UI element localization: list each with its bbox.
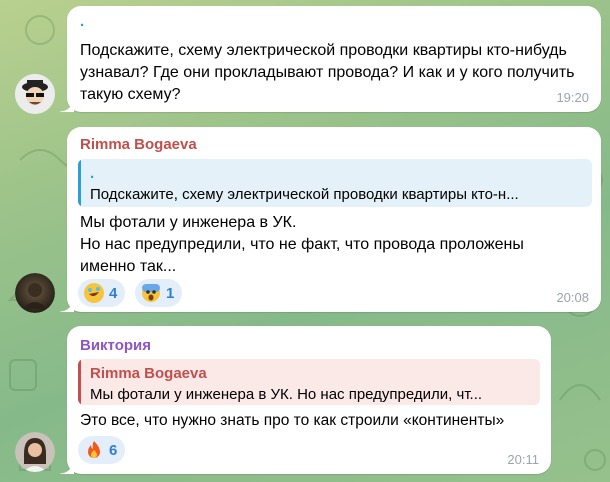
message-bubble-2[interactable]: Rimma Bogaeva . Подскажите, схему электр… xyxy=(60,127,601,312)
avatar-dark-photo[interactable] xyxy=(15,273,55,313)
message-time: 20:11 xyxy=(507,452,539,467)
message-sender[interactable]: Rimma Bogaeva xyxy=(80,136,197,153)
reply-bar xyxy=(78,159,81,207)
message-text-line-2: Но нас предупредили, что не факт, что пр… xyxy=(80,236,524,253)
rofl-emoji-icon xyxy=(84,283,104,303)
message-text-line-3: именно так... xyxy=(80,258,177,275)
message-sender[interactable]: . xyxy=(80,13,84,30)
reply-text: Подскажите, схему электрической проводки… xyxy=(90,186,519,203)
message-text: Это все, что нужно знать про то как стро… xyxy=(80,412,505,429)
screaming-face-emoji-icon xyxy=(141,283,161,303)
reply-bar xyxy=(78,359,81,405)
reaction-rofl[interactable]: 4 xyxy=(78,279,126,307)
reaction-fire[interactable]: 6 xyxy=(78,436,126,464)
reply-author: Rimma Bogaeva xyxy=(90,365,207,382)
reply-quote[interactable]: . Подскажите, схему электрической провод… xyxy=(78,159,592,207)
message-bubble-3[interactable]: Виктория Rimma Bogaeva Мы фотали у инжен… xyxy=(60,326,551,474)
message-text: Подскажите, схему электрической проводки… xyxy=(80,42,575,103)
fire-emoji-icon xyxy=(84,440,104,460)
message-time: 20:08 xyxy=(556,290,589,305)
message-text-line-1: Мы фотали у инженера в УК. xyxy=(80,214,297,231)
reaction-count: 1 xyxy=(166,284,175,302)
reply-text: Мы фотали у инженера в УК. Но нас предуп… xyxy=(90,386,483,403)
message-sender[interactable]: Виктория xyxy=(80,337,151,354)
reaction-count: 4 xyxy=(109,284,118,302)
reply-author: . xyxy=(90,165,95,182)
avatar-man-with-sunglasses[interactable] xyxy=(15,74,55,114)
avatar-woman-photo[interactable] xyxy=(15,432,55,472)
message-bubble-1[interactable]: . Подскажите, схему электрической провод… xyxy=(60,6,601,112)
reaction-screaming-face[interactable]: 1 xyxy=(135,279,183,307)
reaction-count: 6 xyxy=(109,441,118,459)
reply-quote[interactable]: Rimma Bogaeva Мы фотали у инженера в УК.… xyxy=(78,359,540,405)
message-time: 19:20 xyxy=(556,90,589,105)
